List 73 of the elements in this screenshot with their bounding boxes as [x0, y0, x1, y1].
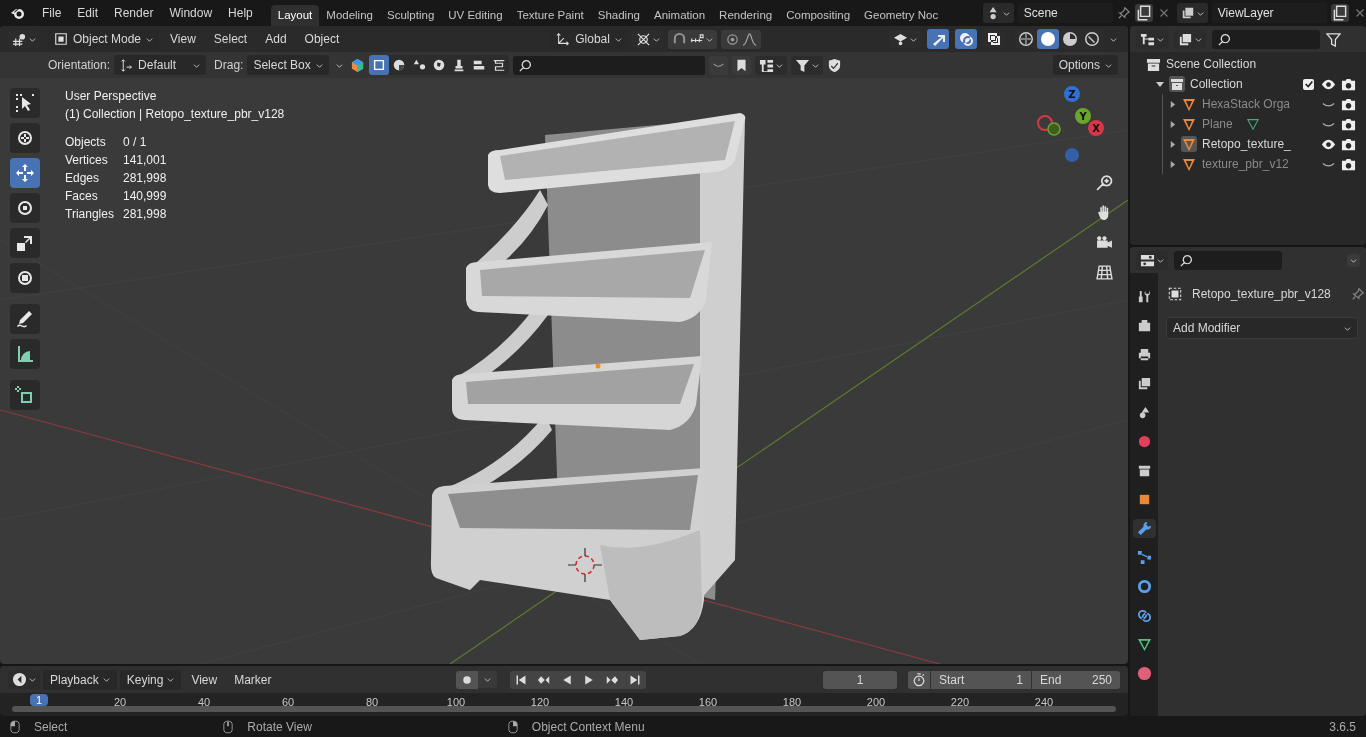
drag-label: Drag: — [214, 58, 244, 72]
menu-item[interactable]: Help — [220, 6, 261, 20]
workspace-tab[interactable]: Sculpting — [379, 5, 442, 26]
frame-number: 20 — [112, 696, 128, 708]
workspace-tab[interactable]: Modeling — [319, 5, 380, 26]
stat-label: Objects — [65, 134, 107, 151]
menu-item[interactable]: Playback — [43, 669, 117, 690]
menu-item[interactable]: Window — [161, 6, 221, 20]
frame-number: 80 — [364, 696, 380, 708]
hint-text: Rotate View — [247, 719, 312, 734]
stat-value: 141,001 — [123, 152, 168, 169]
axis-label: X — [1092, 123, 1100, 134]
workspace-tab[interactable]: Texture Paint — [509, 5, 591, 26]
outliner-item[interactable]: Retopo_texture_ — [1202, 137, 1291, 151]
drag-dropdown[interactable]: Select Box — [247, 55, 329, 75]
frame-number: 140 — [613, 696, 635, 708]
outliner-item[interactable]: HexaStack Orga — [1202, 97, 1291, 111]
workspace-tab[interactable]: Animation — [646, 5, 713, 26]
outliner-item[interactable]: Scene Collection — [1166, 57, 1257, 71]
frame-number: 120 — [529, 696, 551, 708]
workspace-tab[interactable]: Compositing — [779, 5, 858, 26]
version-label: 3.6.5 — [1329, 719, 1356, 734]
workspace-tab[interactable]: Layout — [270, 5, 320, 26]
frame-number: 240 — [1033, 696, 1055, 708]
workspace-tab[interactable]: UV Editing — [441, 5, 510, 26]
object-name: Retopo_texture_pbr_v128 — [1192, 287, 1331, 301]
options-dropdown[interactable]: Options — [1052, 55, 1118, 75]
end-frame-field[interactable]: End 250 — [1032, 670, 1120, 689]
stat-value: 140,999 — [123, 188, 168, 205]
frame-number: 200 — [865, 696, 887, 708]
outliner-item[interactable]: Plane — [1202, 117, 1233, 131]
outliner-item[interactable]: Collection — [1190, 77, 1243, 91]
menu-item[interactable]: Marker — [227, 669, 279, 690]
axis-label: Y — [1079, 111, 1087, 122]
orientation-dropdown[interactable]: Default — [114, 55, 207, 75]
menu-item[interactable]: View — [163, 29, 203, 49]
playhead[interactable]: 1 — [30, 694, 49, 706]
menu-item[interactable]: View — [184, 669, 225, 690]
context-path: (1) Collection | Retopo_texture_pbr_v128 — [65, 106, 285, 123]
workspace-tab[interactable]: Shading — [590, 5, 647, 26]
menu-item[interactable]: Add — [258, 29, 294, 49]
outliner-item[interactable]: texture_pbr_v12 — [1202, 157, 1289, 171]
add-modifier-dropdown[interactable]: Add Modifier — [1166, 317, 1358, 339]
frame-number: 220 — [949, 696, 971, 708]
stat-label: Faces — [65, 188, 99, 205]
frame-number: 180 — [781, 696, 803, 708]
menu-item[interactable]: Keying — [119, 669, 182, 690]
menu-item[interactable]: Select — [206, 29, 255, 49]
hint-text: Select — [34, 719, 68, 734]
start-frame-field[interactable]: Start 1 — [931, 670, 1031, 689]
frame-number: 160 — [697, 696, 719, 708]
stat-value: 0 / 1 — [123, 134, 148, 151]
stat-value: 281,998 — [123, 206, 168, 223]
view-title: User Perspective — [65, 88, 158, 105]
menu-item[interactable]: Edit — [69, 6, 107, 20]
scene-field[interactable]: Scene — [1017, 3, 1113, 23]
current-frame-field[interactable]: 1 — [823, 670, 897, 689]
axis-label: Z — [1068, 89, 1076, 100]
stat-label: Edges — [65, 170, 101, 187]
workspace-tab[interactable]: Rendering — [712, 5, 780, 26]
view-layer-field[interactable]: ViewLayer — [1211, 3, 1327, 23]
workspace-tab[interactable]: Geometry Noc — [857, 5, 946, 26]
menu-item[interactable]: Render — [106, 6, 162, 20]
menu-item[interactable]: File — [34, 6, 70, 20]
hint-text: Object Context Menu — [531, 719, 645, 734]
stat-label: Triangles — [65, 206, 115, 223]
stat-value: 281,998 — [123, 170, 168, 187]
menu-item[interactable]: Object — [297, 29, 347, 49]
frame-number: 40 — [196, 696, 212, 708]
orientation-label: Orientation: — [48, 58, 111, 72]
frame-number: 60 — [280, 696, 296, 708]
frame-number: 100 — [445, 696, 467, 708]
stat-label: Vertices — [65, 152, 109, 169]
